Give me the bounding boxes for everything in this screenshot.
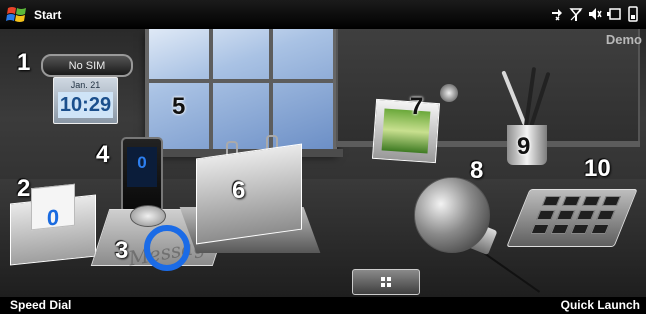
widget-number-10: 10 — [584, 155, 611, 182]
status-icons — [550, 6, 640, 22]
keypad-key — [570, 224, 590, 234]
widget-number-2: 2 — [17, 175, 31, 202]
today-screen: Start Demo 1 No SIM Jan. 21 10:29 5 7 9 … — [0, 0, 646, 314]
start-label: Start — [34, 8, 62, 22]
start-button[interactable]: Start — [6, 4, 61, 26]
widget-number-6: 6 — [232, 177, 246, 204]
window-bar — [269, 29, 273, 149]
keypad-key — [541, 196, 561, 206]
demo-label: Demo — [605, 32, 642, 47]
keypad-key — [590, 224, 610, 234]
message-count-ring — [144, 225, 190, 271]
windows-logo-icon — [6, 7, 26, 22]
missed-call-count: 0 — [137, 153, 147, 172]
phone-widget[interactable]: 0 — [121, 137, 163, 213]
sim-status-pill[interactable]: No SIM — [41, 54, 133, 77]
frame-hanger-icon — [440, 84, 458, 102]
stamp-icon — [130, 205, 166, 227]
keypad-key — [596, 210, 616, 220]
globe-widget[interactable] — [414, 177, 490, 253]
widget-number-7: 7 — [410, 93, 424, 120]
clock-widget[interactable]: Jan. 21 10:29 — [53, 77, 118, 124]
window-widget[interactable] — [139, 29, 343, 157]
email-count: 0 — [46, 204, 60, 231]
battery-icon[interactable] — [607, 6, 621, 22]
grid-icon — [381, 277, 391, 287]
keypad-key — [556, 210, 576, 220]
softkey-bar: Speed Dial Quick Launch — [0, 297, 646, 314]
quick-launch-softkey[interactable]: Quick Launch — [561, 298, 640, 312]
keypad-key — [536, 210, 556, 220]
photo-frame-widget[interactable] — [371, 98, 441, 164]
clock-time: 10:29 — [58, 92, 113, 118]
title-bar: Start — [0, 0, 646, 30]
widget-number-5: 5 — [172, 93, 186, 120]
keypad-key — [550, 224, 570, 234]
keypad-key — [561, 196, 581, 206]
widget-number-4: 4 — [96, 141, 110, 168]
keypad-key — [530, 224, 550, 234]
volume-off-icon[interactable] — [588, 6, 602, 22]
data-connection-icon[interactable] — [550, 6, 564, 22]
room-scene: Demo 1 No SIM Jan. 21 10:29 5 7 9 4 0 2 — [0, 29, 646, 297]
keypad-key — [581, 196, 601, 206]
signal-off-icon[interactable] — [569, 6, 583, 22]
calendar-widget[interactable] — [196, 143, 302, 245]
keypad-key — [576, 210, 596, 220]
storage-icon[interactable] — [626, 6, 640, 22]
keypad-key — [601, 196, 621, 206]
clock-date: Jan. 21 — [70, 80, 101, 90]
widget-number-1: 1 — [17, 49, 31, 76]
widget-number-3: 3 — [115, 237, 129, 264]
window-bar — [149, 79, 333, 83]
speed-dial-softkey[interactable]: Speed Dial — [10, 298, 71, 312]
window-bar — [209, 29, 213, 149]
menu-grid-button[interactable] — [352, 269, 420, 295]
widget-number-8: 8 — [470, 157, 484, 184]
email-widget[interactable]: 0 — [10, 183, 96, 266]
widget-number-9: 9 — [517, 133, 531, 160]
